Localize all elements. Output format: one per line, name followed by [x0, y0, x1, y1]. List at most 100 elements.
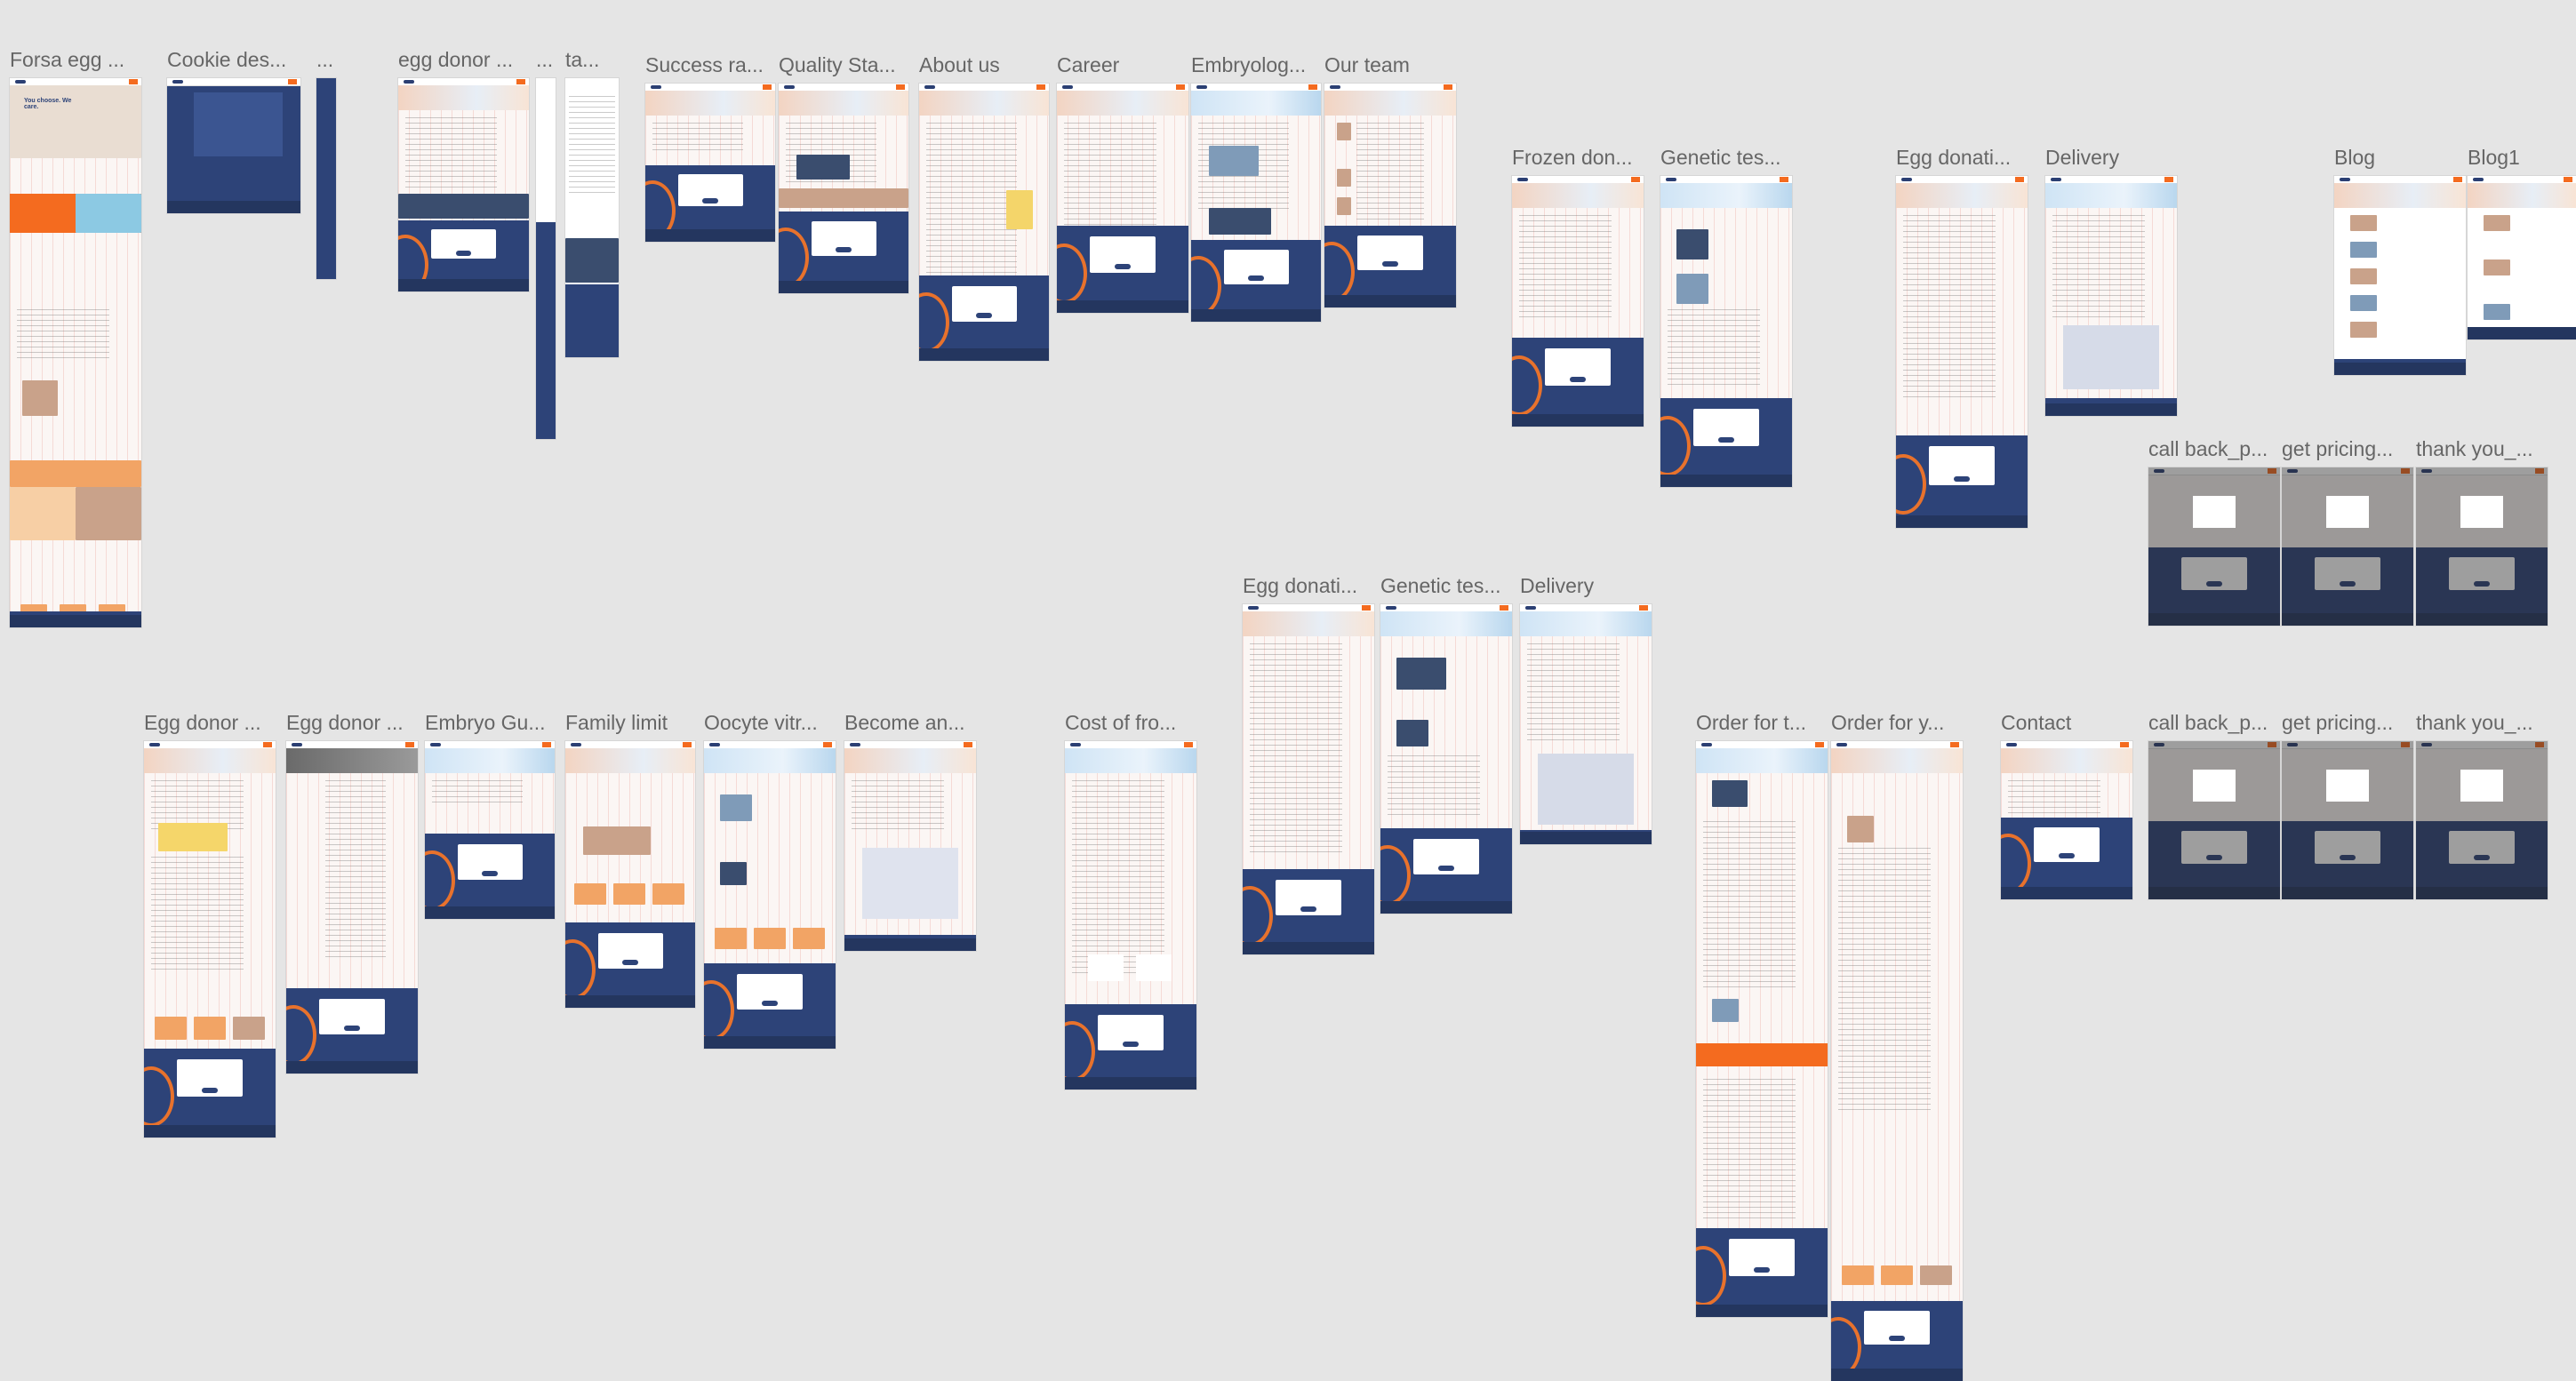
frame-label: Contact: [2001, 711, 2072, 734]
frame-thumbnail: [844, 741, 976, 951]
frame-delivery-2[interactable]: Delivery: [1520, 574, 1652, 844]
frame-thumbnail: [2416, 741, 2548, 899]
frame-thumbnail: [1660, 176, 1792, 487]
frame-thumbnail: [167, 78, 300, 213]
frame-order-for-y[interactable]: Order for y...: [1831, 711, 1963, 1381]
frame-oocyte-vitrification[interactable]: Oocyte vitr...: [704, 711, 836, 1049]
frame-thumbnail: [2148, 467, 2280, 626]
frame-become-a-donor[interactable]: Become an...: [844, 711, 976, 951]
frame-label: Become an...: [844, 711, 965, 734]
frame-thumbnail: [1191, 84, 1321, 322]
frame-success-rates[interactable]: Success ra...: [645, 53, 775, 242]
frame-label: get pricing...: [2282, 711, 2394, 734]
frame-about-us[interactable]: About us: [919, 53, 1049, 361]
frame-embryology[interactable]: Embryolog...: [1191, 53, 1321, 322]
frame-thumbnail: [2416, 467, 2548, 626]
frame-genetic-testing-2[interactable]: Genetic tes...: [1380, 574, 1512, 914]
frame-thumbnail: [425, 741, 555, 919]
frame-thumbnail: You choose. We care.: [10, 78, 141, 627]
frame-egg-donation[interactable]: Egg donati...: [1896, 146, 2028, 528]
frame-label: Blog1: [2468, 146, 2520, 169]
frame-label: Order for t...: [1696, 711, 1806, 734]
frame-tablet[interactable]: ta...: [565, 48, 619, 357]
frame-call-back-2[interactable]: call back_p...: [2148, 711, 2280, 899]
frame-thumbnail: [704, 741, 836, 1049]
frame-label: Genetic tes...: [1660, 146, 1781, 169]
frame-label: Cost of fro...: [1065, 711, 1177, 734]
frame-thumbnail: [1380, 604, 1512, 914]
frame-thumbnail: [2045, 176, 2177, 416]
frame-mobile-1[interactable]: ...: [536, 48, 556, 439]
frame-our-team[interactable]: Our team: [1324, 53, 1456, 307]
frame-frozen-donor[interactable]: Frozen don...: [1512, 146, 1644, 427]
frame-label: call back_p...: [2148, 437, 2268, 460]
frame-label: About us: [919, 53, 1000, 76]
frame-blog[interactable]: Blog: [2334, 146, 2466, 375]
frame-cookie-mobile[interactable]: ...: [316, 48, 336, 279]
frame-thumbnail: [645, 84, 775, 242]
frame-thumbnail: [1520, 604, 1652, 844]
frame-label: Family limit: [565, 711, 668, 734]
frame-thank-you-2[interactable]: thank you_...: [2416, 711, 2548, 899]
frame-thumbnail: [1512, 176, 1644, 427]
frame-thumbnail: [919, 84, 1049, 361]
frame-thumbnail: [1065, 741, 1196, 1090]
frame-thumbnail: [1831, 741, 1963, 1381]
frame-egg-donor-db[interactable]: egg donor ...: [398, 48, 529, 291]
frame-label: Forsa egg ...: [10, 48, 125, 71]
frame-label: Success ra...: [645, 53, 764, 76]
frame-blog1[interactable]: Blog1: [2468, 146, 2576, 339]
frame-label: Delivery: [1520, 574, 1595, 597]
frame-quality-standards[interactable]: Quality Sta...: [779, 53, 908, 293]
frame-embryo-guarantee[interactable]: Embryo Gu...: [425, 711, 555, 919]
frame-egg-donor-2[interactable]: Egg donor ...: [286, 711, 418, 1074]
frame-label: Oocyte vitr...: [704, 711, 818, 734]
frame-egg-donation-2[interactable]: Egg donati...: [1243, 574, 1374, 954]
frame-label: Delivery: [2045, 146, 2120, 169]
frame-thumbnail: [2148, 741, 2280, 899]
frame-thumbnail: [1696, 741, 1828, 1317]
frame-label: Blog: [2334, 146, 2376, 169]
frame-get-pricing-2[interactable]: get pricing...: [2282, 711, 2413, 899]
frame-thumbnail: [2282, 467, 2413, 626]
frame-label: get pricing...: [2282, 437, 2394, 460]
frame-label: ...: [536, 48, 554, 71]
frame-label: egg donor ...: [398, 48, 514, 71]
frame-egg-donor-1[interactable]: Egg donor ...: [144, 711, 276, 1138]
frame-thumbnail: [316, 78, 336, 279]
frame-label: Genetic tes...: [1380, 574, 1501, 597]
frame-call-back-1[interactable]: call back_p...: [2148, 437, 2280, 626]
frame-label: Egg donati...: [1896, 146, 2012, 169]
frame-label: call back_p...: [2148, 711, 2268, 734]
frame-thumbnail: [1243, 604, 1374, 954]
frame-label: Egg donati...: [1243, 574, 1358, 597]
frame-cookie-desktop[interactable]: Cookie des...: [167, 48, 300, 213]
frame-career[interactable]: Career: [1057, 53, 1188, 313]
frame-contact[interactable]: Contact: [2001, 711, 2132, 899]
frame-thumbnail: [286, 741, 418, 1074]
frame-label: Frozen don...: [1512, 146, 1633, 169]
frame-thumbnail: [2001, 741, 2132, 899]
frame-label: Career: [1057, 53, 1120, 76]
frame-delivery[interactable]: Delivery: [2045, 146, 2177, 416]
frame-label: thank you_...: [2416, 711, 2533, 734]
hero-image: [10, 85, 141, 158]
frame-thumbnail: [398, 78, 529, 291]
hero-headline: You choose. We care.: [24, 98, 72, 110]
frame-thank-you-1[interactable]: thank you_...: [2416, 437, 2548, 626]
frame-label: Quality Sta...: [779, 53, 896, 76]
frame-label: Embryo Gu...: [425, 711, 546, 734]
frame-order-for-t[interactable]: Order for t...: [1696, 711, 1828, 1317]
frame-forsa-egg[interactable]: Forsa egg ... You choose. We care.: [10, 48, 141, 627]
frame-thumbnail: [2468, 176, 2576, 339]
frame-thumbnail: [565, 78, 619, 357]
frame-get-pricing-1[interactable]: get pricing...: [2282, 437, 2413, 626]
frame-thumbnail: [779, 84, 908, 293]
frame-label: Embryolog...: [1191, 53, 1307, 76]
frame-thumbnail: [565, 741, 695, 1008]
frame-family-limit[interactable]: Family limit: [565, 711, 695, 1008]
frame-genetic-testing[interactable]: Genetic tes...: [1660, 146, 1792, 487]
frame-label: Cookie des...: [167, 48, 287, 71]
frame-thumbnail: [1896, 176, 2028, 528]
frame-cost-of-frozen[interactable]: Cost of fro...: [1065, 711, 1196, 1090]
